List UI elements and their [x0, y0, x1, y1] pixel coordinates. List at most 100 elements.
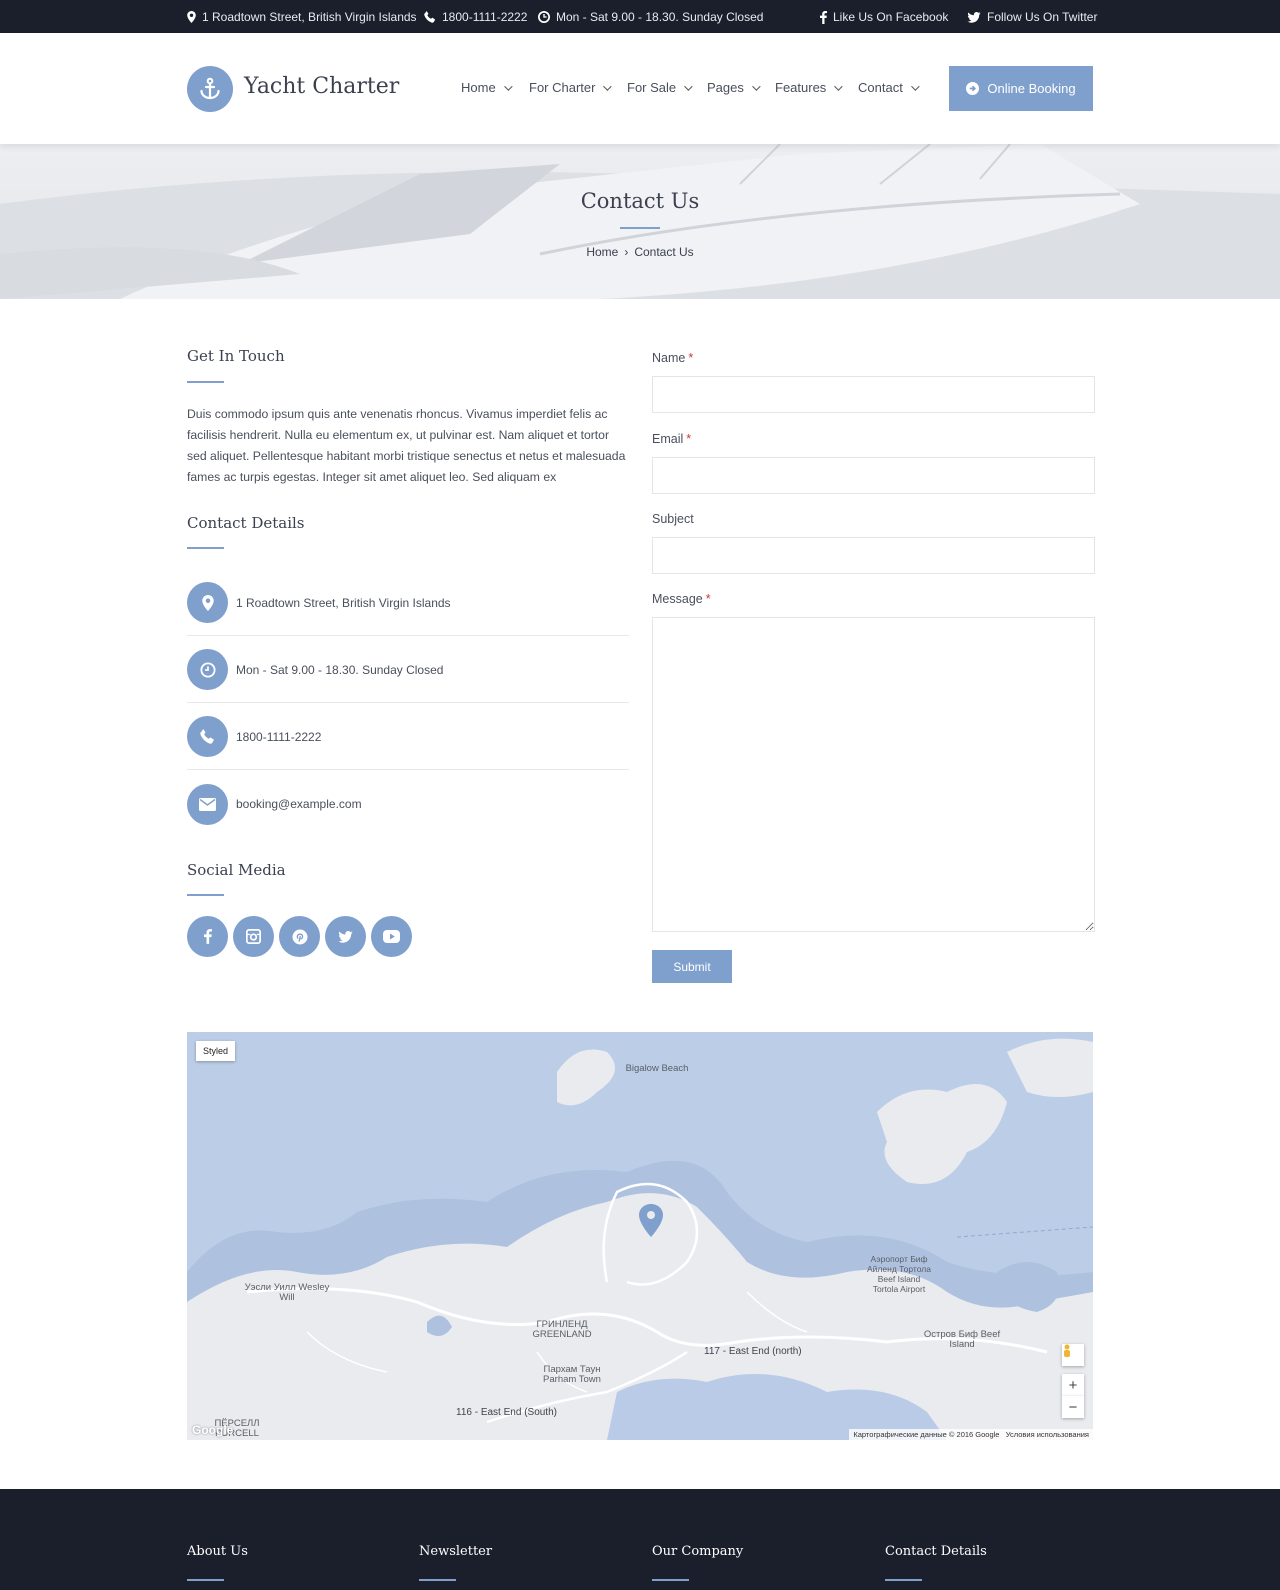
youtube-button[interactable] — [371, 916, 412, 957]
topbar-address-text: 1 Roadtown Street, British Virgin Island… — [202, 10, 417, 24]
site-header: Yacht Charter Home For Charter For Sale … — [0, 33, 1280, 144]
get-in-touch-text: Duis commodo ipsum quis ante venenatis r… — [187, 407, 626, 484]
page-hero: Contact Us Home › Contact Us — [0, 144, 1280, 299]
contact-details-heading: Contact Details — [187, 514, 305, 532]
clock-icon — [199, 661, 216, 678]
facebook-icon — [203, 929, 212, 944]
email-label-text: Email — [652, 432, 684, 446]
heading-underline — [187, 547, 224, 549]
heading-underline — [187, 1579, 224, 1581]
chevron-down-icon — [834, 81, 843, 91]
name-label-text: Name — [652, 351, 686, 365]
map-pin-icon — [201, 594, 214, 611]
required-mark: * — [705, 592, 711, 606]
breadcrumb-current: Contact Us — [634, 245, 694, 259]
logo-badge[interactable] — [187, 66, 233, 112]
page-title: Contact Us — [580, 189, 700, 213]
map-label-wesley: Уэсли Уилл Wesley Will — [244, 1282, 330, 1303]
youtube-icon — [383, 930, 400, 943]
name-input[interactable] — [652, 376, 1095, 413]
instagram-icon — [246, 929, 261, 944]
map-canvas — [187, 1032, 1093, 1440]
map-label-greenland: ГРИНЛЕНД GREENLAND — [532, 1319, 592, 1340]
nav-home-label: Home — [461, 80, 496, 95]
heading-underline — [187, 381, 224, 383]
topbar-hours: Mon - Sat 9.00 - 18.30. Sunday Closed — [538, 10, 763, 24]
online-booking-button[interactable]: Online Booking — [949, 66, 1093, 111]
envelope-icon — [199, 797, 216, 811]
contact-address-text: 1 Roadtown Street, British Virgin Island… — [236, 595, 451, 610]
submit-button[interactable]: Submit — [652, 950, 732, 983]
twitter-button[interactable] — [325, 916, 366, 957]
twitter-icon — [967, 11, 981, 23]
pinterest-button[interactable] — [279, 916, 320, 957]
breadcrumb-home[interactable]: Home — [586, 245, 618, 259]
map-attribution-text: Картографические данные © 2016 Google — [853, 1430, 1000, 1439]
subject-label-text: Subject — [652, 512, 694, 526]
zoom-out-button[interactable]: − — [1062, 1396, 1084, 1418]
facebook-button[interactable] — [187, 916, 228, 957]
nav-home[interactable]: Home — [461, 80, 513, 95]
nav-for-sale[interactable]: For Sale — [627, 80, 693, 95]
email-input[interactable] — [652, 457, 1095, 494]
map-label-beef-island: Остров Биф Beef Island — [923, 1329, 1001, 1350]
contact-hours-text: Mon - Sat 9.00 - 18.30. Sunday Closed — [236, 662, 444, 677]
footer-company-heading: Our Company — [652, 1544, 744, 1559]
chevron-down-icon — [752, 81, 761, 91]
facebook-icon — [820, 10, 827, 24]
footer-about-heading: About Us — [187, 1544, 248, 1559]
topbar-hours-text: Mon - Sat 9.00 - 18.30. Sunday Closed — [556, 10, 764, 24]
name-label: Name * — [652, 351, 693, 365]
contact-hours: Mon - Sat 9.00 - 18.30. Sunday Closed — [187, 637, 629, 703]
chevron-down-icon — [684, 81, 693, 91]
nav-features[interactable]: Features — [775, 80, 843, 95]
phone-icon — [200, 729, 214, 744]
twitter-link-text: Follow Us On Twitter — [987, 10, 1098, 24]
contact-icon-circle — [187, 649, 228, 690]
brand-name[interactable]: Yacht Charter — [244, 74, 399, 99]
chevron-down-icon — [603, 81, 613, 91]
chevron-down-icon — [503, 81, 513, 91]
topbar-address: 1 Roadtown Street, British Virgin Island… — [187, 10, 417, 24]
anchor-icon — [200, 77, 220, 100]
google-logo: Google — [192, 1423, 234, 1437]
contact-icon-circle — [187, 716, 228, 757]
nav-contact[interactable]: Contact — [858, 80, 920, 95]
zoom-in-button[interactable]: + — [1062, 1374, 1084, 1396]
map-label-airport: Аэропорт Биф Айленд Тортола Beef Island … — [867, 1254, 931, 1294]
map-pin-icon — [187, 11, 196, 23]
get-in-touch-heading: Get In Touch — [187, 347, 285, 365]
contact-icon-circle — [187, 783, 228, 825]
subject-input[interactable] — [652, 537, 1095, 574]
map-style-button[interactable]: Styled — [196, 1041, 236, 1061]
nav-pages[interactable]: Pages — [707, 80, 761, 95]
title-underline — [620, 227, 660, 229]
heading-underline — [652, 1579, 689, 1581]
chevron-right-icon: › — [624, 245, 629, 259]
nav-for-charter[interactable]: For Charter — [529, 80, 613, 95]
contact-icon-circle — [187, 582, 228, 623]
message-textarea[interactable] — [652, 617, 1095, 932]
street-view-pegman-icon[interactable] — [1062, 1344, 1084, 1366]
nav-contact-label: Contact — [858, 80, 903, 95]
message-label: Message * — [652, 592, 711, 606]
location-map[interactable]: Styled Bigalow Beach Уэсли Уилл Wesley W… — [187, 1032, 1093, 1440]
phone-icon — [424, 11, 436, 23]
nav-pages-label: Pages — [707, 80, 744, 95]
map-label-bigalow: Bigalow Beach — [625, 1063, 689, 1074]
email-label: Email * — [652, 432, 691, 446]
facebook-link[interactable]: Like Us On Facebook — [820, 10, 948, 24]
required-mark: * — [686, 432, 692, 446]
map-terms-link[interactable]: Условия использования — [1006, 1430, 1089, 1439]
subject-label: Subject — [652, 512, 694, 526]
contact-address: 1 Roadtown Street, British Virgin Island… — [187, 570, 629, 636]
social-media-links — [187, 916, 412, 957]
contact-email-text[interactable]: booking@example.com — [236, 797, 362, 811]
topbar-phone-text: 1800-1111-2222 — [442, 10, 528, 24]
yacht-background-image — [0, 144, 1280, 299]
social-media-heading: Social Media — [187, 861, 286, 879]
footer-newsletter-heading: Newsletter — [419, 1544, 493, 1559]
twitter-link[interactable]: Follow Us On Twitter — [967, 10, 1097, 24]
nav-for-charter-label: For Charter — [529, 80, 596, 95]
instagram-button[interactable] — [233, 916, 274, 957]
